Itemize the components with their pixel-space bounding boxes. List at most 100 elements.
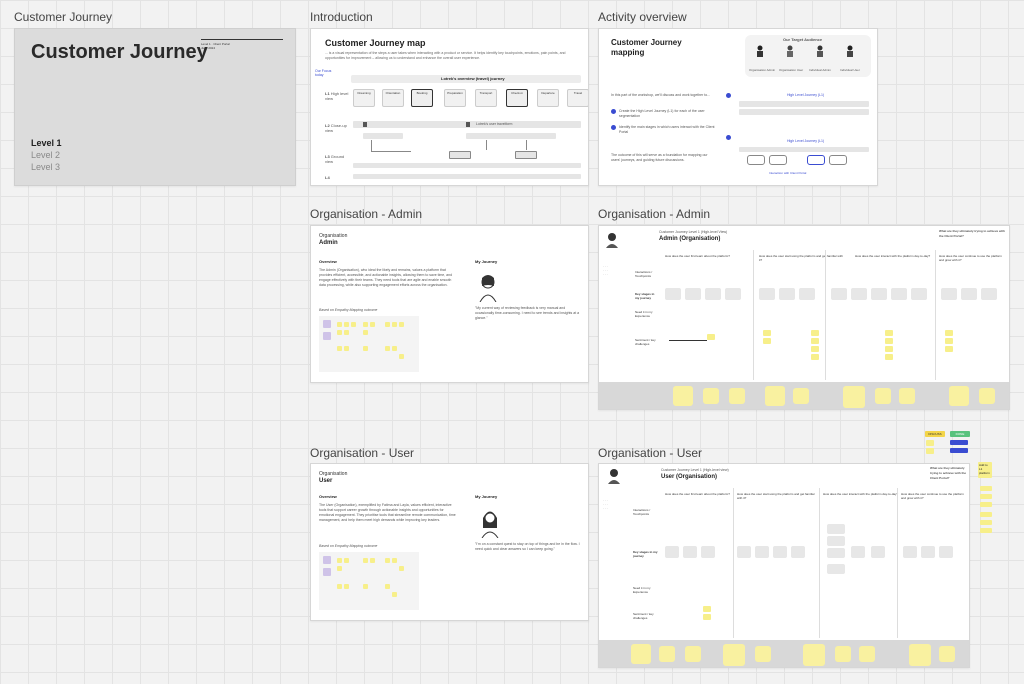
stage-card[interactable] [799, 288, 815, 300]
org-user-frame[interactable]: Organisation User Overview The User (Org… [310, 463, 589, 621]
step-checkin[interactable]: Check-in [506, 89, 528, 107]
sticky-note[interactable] [885, 338, 893, 344]
side-sticky[interactable] [980, 502, 992, 507]
step-travel[interactable]: Travel [567, 89, 588, 107]
big-sticky-note[interactable] [755, 646, 771, 662]
side-sticky[interactable] [980, 486, 992, 491]
stage-card[interactable] [683, 546, 697, 558]
sticky-note[interactable] [811, 330, 819, 336]
big-sticky-note[interactable] [673, 386, 693, 406]
stage-card[interactable] [685, 288, 701, 300]
stage-card[interactable] [755, 546, 769, 558]
stage-card[interactable] [941, 288, 957, 300]
sticky-note[interactable] [811, 346, 819, 352]
activity-frame[interactable]: Customer Journey mapping Our Target Audi… [598, 28, 878, 186]
stage-card[interactable] [831, 288, 847, 300]
big-sticky-note[interactable] [899, 388, 915, 404]
sticky-note[interactable] [763, 330, 771, 336]
level-1[interactable]: Level 1 [31, 137, 62, 149]
stage-card[interactable] [921, 546, 935, 558]
sticky-note[interactable] [945, 338, 953, 344]
stage-card[interactable] [665, 546, 679, 558]
frame-label-org-user[interactable]: Organisation - User [310, 446, 414, 460]
big-sticky-note[interactable] [803, 644, 825, 666]
sticky-note[interactable] [945, 330, 953, 336]
big-sticky-note[interactable] [909, 644, 931, 666]
stage-card[interactable] [851, 288, 867, 300]
big-sticky-note[interactable] [949, 386, 969, 406]
big-sticky-note[interactable] [843, 386, 865, 408]
big-sticky-note[interactable] [835, 646, 851, 662]
big-sticky-note[interactable] [793, 388, 809, 404]
stage-card[interactable] [891, 288, 907, 300]
sticky-note[interactable] [707, 334, 715, 340]
stage-card[interactable] [759, 288, 775, 300]
frame-label-activity-overview[interactable]: Activity overview [598, 10, 687, 24]
stage-card[interactable] [779, 288, 795, 300]
stage-card[interactable] [981, 288, 997, 300]
stage-card[interactable] [939, 546, 953, 558]
sticky-note[interactable] [945, 346, 953, 352]
stage-card[interactable] [737, 546, 751, 558]
big-sticky-note[interactable] [631, 644, 651, 664]
side-sticky[interactable] [980, 520, 992, 525]
stage-card[interactable] [791, 546, 805, 558]
step-departure[interactable]: Departure [537, 89, 559, 107]
sticky-note[interactable] [885, 330, 893, 336]
sticky-note[interactable] [703, 614, 711, 620]
sticky-note[interactable] [885, 346, 893, 352]
big-sticky-note[interactable] [859, 646, 875, 662]
big-sticky-note[interactable] [875, 388, 891, 404]
legend-sticky[interactable] [926, 448, 934, 454]
side-sticky[interactable] [980, 528, 992, 533]
stage-card[interactable] [725, 288, 741, 300]
stage-card[interactable] [903, 546, 917, 558]
stage-card[interactable] [827, 564, 845, 574]
stage-card[interactable] [911, 288, 927, 300]
customer-journey-frame[interactable]: Customer Journey Level 1 · Client Portal… [14, 28, 296, 186]
legend-sticky[interactable] [926, 440, 934, 446]
side-sticky[interactable] [980, 494, 992, 499]
big-sticky-note[interactable] [659, 646, 675, 662]
stage-card[interactable] [871, 546, 885, 558]
big-sticky-note[interactable] [703, 388, 719, 404]
stage-card[interactable] [665, 288, 681, 300]
introduction-frame[interactable]: Customer Journey map ... is a visual rep… [310, 28, 589, 186]
org-user-map-frame[interactable]: Customer Journey Level 1 (High-level vie… [598, 463, 970, 668]
stage-card[interactable] [827, 548, 845, 558]
sticky-note[interactable] [811, 354, 819, 360]
step-preparation[interactable]: Preparation [444, 89, 466, 107]
frame-label-introduction[interactable]: Introduction [310, 10, 373, 24]
step-orientation[interactable]: Orientation [382, 89, 404, 107]
org-admin-map-frame[interactable]: Customer Journey Level 1 (High-level Vie… [598, 225, 1010, 410]
sticky-note[interactable] [763, 338, 771, 344]
big-sticky-note[interactable] [765, 386, 785, 406]
side-sticky[interactable] [980, 512, 992, 517]
stage-card[interactable] [827, 536, 845, 546]
stage-card[interactable] [705, 288, 721, 300]
frame-label-org-admin-map[interactable]: Organisation - Admin [598, 207, 710, 221]
side-note-sticky[interactable]: Add to L1 platform [978, 462, 992, 478]
stage-card[interactable] [961, 288, 977, 300]
level-2[interactable]: Level 2 [31, 149, 62, 161]
big-sticky-note[interactable] [979, 388, 995, 404]
sticky-note[interactable] [703, 606, 711, 612]
sticky-note[interactable] [885, 354, 893, 360]
stage-card[interactable] [827, 524, 845, 534]
step-dreaming[interactable]: Dreaming [353, 89, 375, 107]
big-sticky-note[interactable] [685, 646, 701, 662]
big-sticky-note[interactable] [939, 646, 955, 662]
stage-card[interactable] [701, 546, 715, 558]
sticky-note[interactable] [811, 338, 819, 344]
stage-card[interactable] [851, 546, 865, 558]
stage-card[interactable] [871, 288, 887, 300]
step-transport[interactable]: Transport [475, 89, 497, 107]
org-admin-frame[interactable]: Organisation Admin Overview The Admin (O… [310, 225, 589, 383]
level-3[interactable]: Level 3 [31, 161, 62, 173]
frame-label-customer-journey[interactable]: Customer Journey [14, 10, 112, 24]
stage-card[interactable] [773, 546, 787, 558]
big-sticky-note[interactable] [729, 388, 745, 404]
big-sticky-note[interactable] [723, 644, 745, 666]
step-booking[interactable]: Booking [411, 89, 433, 107]
frame-label-org-admin[interactable]: Organisation - Admin [310, 207, 422, 221]
